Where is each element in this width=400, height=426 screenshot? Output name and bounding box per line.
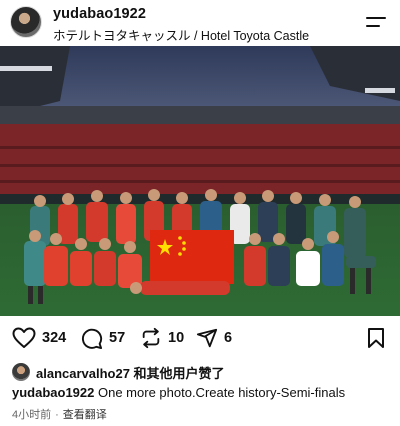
bookmark-icon[interactable] xyxy=(366,327,386,349)
like-count: 324 xyxy=(42,330,67,346)
stand-row xyxy=(0,146,400,149)
share-action[interactable]: 6 xyxy=(196,326,232,350)
floodlight-right xyxy=(365,88,395,93)
post-caption: yudabao1922 One more photo.Create histor… xyxy=(12,385,345,400)
avatar[interactable] xyxy=(10,6,42,38)
liked-by-row[interactable]: alancarvalho27 和其他用户赞了 xyxy=(12,362,225,382)
repost-action[interactable]: 10 xyxy=(140,326,184,350)
stand-row xyxy=(0,164,400,167)
caption-username[interactable]: yudabao1922 xyxy=(12,385,94,400)
post-photo[interactable] xyxy=(0,46,400,316)
bookmark-action[interactable] xyxy=(366,326,386,350)
share-icon[interactable] xyxy=(196,327,218,349)
share-count: 6 xyxy=(224,330,233,346)
liker-avatar[interactable] xyxy=(12,363,30,381)
comment-action[interactable]: 57 xyxy=(80,326,125,350)
post-location[interactable]: ホテルトヨタキャッスル / Hotel Toyota Castle xyxy=(53,25,309,44)
post-meta: 4小时前 · 查看翻译 xyxy=(12,406,107,422)
stadium-team-photo xyxy=(0,46,400,316)
lying-player-head xyxy=(130,282,142,294)
china-flag xyxy=(150,230,234,284)
see-translation-link[interactable]: 查看翻译 xyxy=(63,409,107,421)
repost-count: 10 xyxy=(168,330,185,346)
post-time: 4小时前 xyxy=(12,409,52,421)
like-action[interactable]: 324 xyxy=(12,326,66,350)
post-username[interactable]: yudabao1922 xyxy=(53,6,146,22)
comment-icon[interactable] xyxy=(80,327,103,350)
menu-icon[interactable] xyxy=(362,14,388,30)
advertising-boards xyxy=(0,194,400,204)
heart-icon[interactable] xyxy=(12,327,36,349)
repost-icon[interactable] xyxy=(140,327,162,349)
caption-text: One more photo.Create history-Semi-final… xyxy=(98,385,346,400)
post-header: yudabao1922 ホテルトヨタキャッスル / Hotel Toyota C… xyxy=(0,0,400,46)
liked-by-text[interactable]: alancarvalho27 和其他用户赞了 xyxy=(36,363,225,382)
lying-player xyxy=(140,281,230,295)
upper-tier-roof xyxy=(0,106,400,124)
stand-row xyxy=(0,180,400,183)
floodlight-left xyxy=(0,66,52,71)
stands xyxy=(0,124,400,194)
action-bar: 324 57 10 6 xyxy=(0,320,400,356)
meta-separator: · xyxy=(55,409,59,421)
comment-count: 57 xyxy=(109,330,126,346)
